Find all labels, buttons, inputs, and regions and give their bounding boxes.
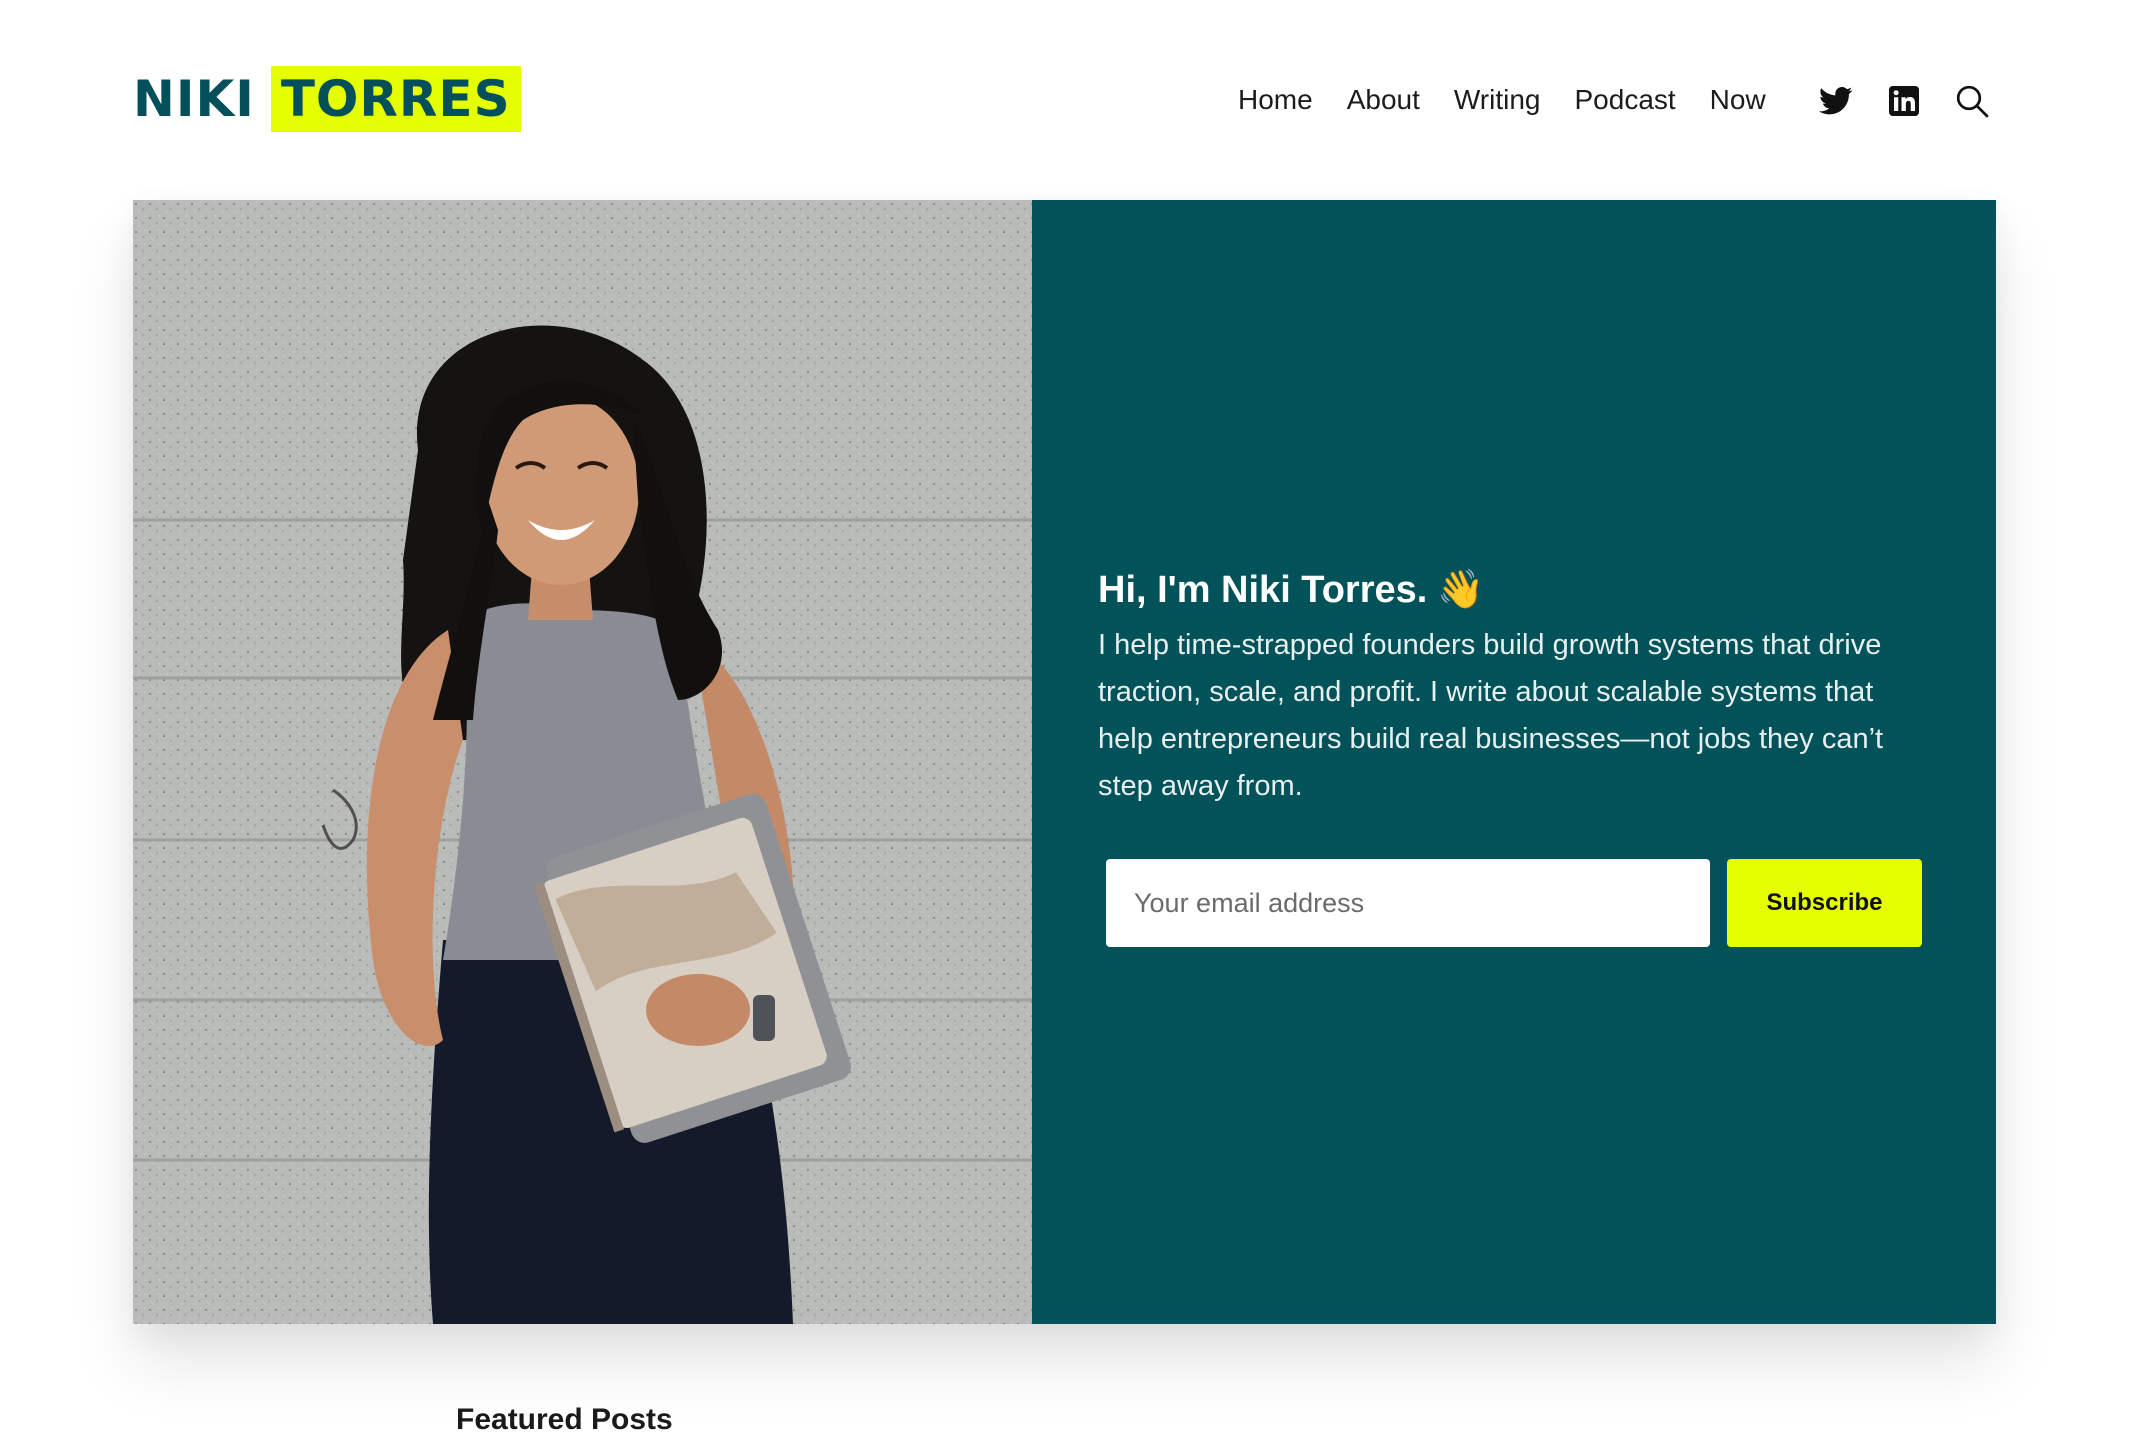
portrait-photo: [133, 200, 1032, 1324]
nav-about-link[interactable]: About: [1347, 76, 1420, 124]
logo-last-name-highlight: TORRES: [270, 66, 521, 132]
hero-title: Hi, I'm Niki Torres. 👋: [1098, 564, 1485, 615]
hero-intro-panel: Hi, I'm Niki Torres. 👋 I help time-strapp…: [1032, 200, 1996, 1324]
portrait-illustration: [133, 200, 1032, 1324]
nav-writing-link[interactable]: Writing: [1454, 76, 1541, 124]
hero-title-text: Hi, I'm Niki Torres.: [1098, 569, 1428, 611]
logo-first-name: NIKI: [133, 70, 255, 128]
waving-hand-icon: 👋: [1437, 567, 1485, 611]
email-input[interactable]: [1106, 859, 1710, 947]
nav-home-link[interactable]: Home: [1238, 76, 1313, 124]
nav-podcast-link[interactable]: Podcast: [1575, 76, 1676, 124]
newsletter-form: Subscribe: [1106, 859, 1922, 947]
main-nav: Home About Writing Podcast Now: [1238, 76, 1800, 124]
hero-description: I help time-strapped founders build grow…: [1098, 629, 1884, 802]
nav-now-link[interactable]: Now: [1710, 76, 1766, 124]
social-icons: [1818, 82, 1990, 120]
hero-section: Hi, I'm Niki Torres. 👋 I help time-strapp…: [133, 200, 1996, 1324]
search-icon[interactable]: [1954, 83, 1990, 119]
linkedin-icon[interactable]: [1886, 83, 1922, 119]
subscribe-button[interactable]: Subscribe: [1727, 859, 1922, 947]
twitter-icon[interactable]: [1818, 83, 1854, 119]
site-logo[interactable]: NIKI TORRES: [133, 66, 521, 132]
featured-posts-heading: Featured Posts: [456, 1403, 673, 1436]
